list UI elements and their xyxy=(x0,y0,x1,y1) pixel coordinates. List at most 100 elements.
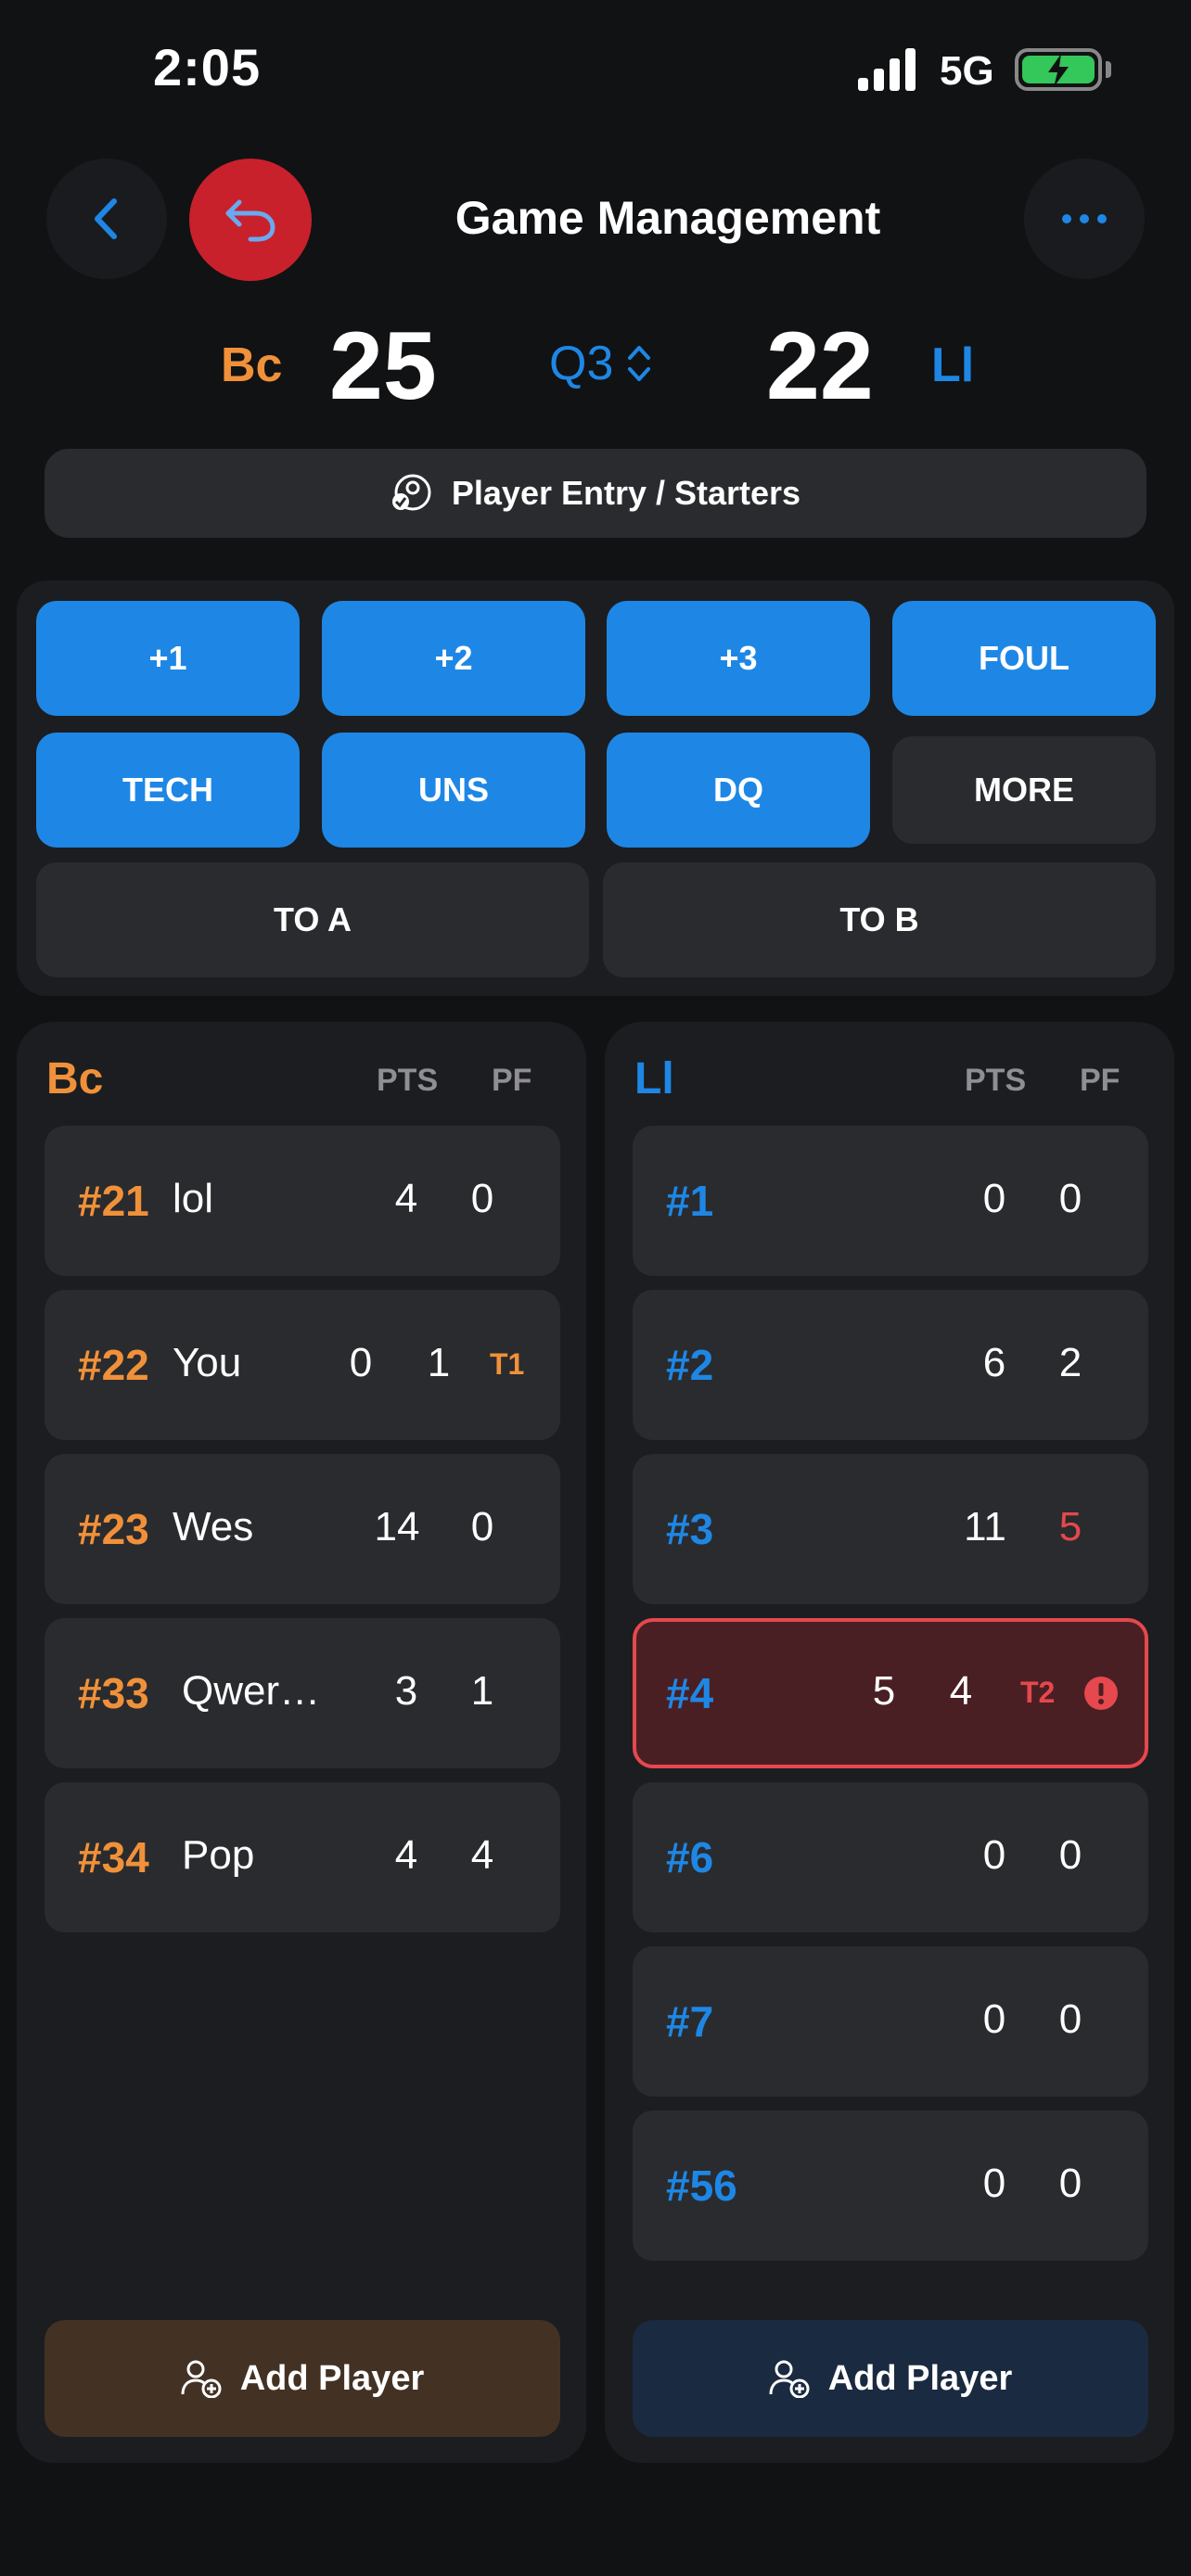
player-points: 11 xyxy=(964,1504,1006,1549)
dq-button[interactable]: DQ xyxy=(607,733,870,848)
team-a-name: Bc xyxy=(46,1054,104,1103)
undo-icon xyxy=(225,199,275,242)
add-player-button-team-a[interactable]: Add Player xyxy=(45,2320,560,2437)
player-number: #22 xyxy=(78,1341,149,1389)
team-b-abbrev: Ll xyxy=(931,338,975,392)
page-title: Game Management xyxy=(455,192,881,244)
player-name: Wes xyxy=(173,1504,254,1549)
player-fouls: 0 xyxy=(1058,1996,1082,2042)
battery-nub xyxy=(1106,61,1111,78)
player-number: #2 xyxy=(666,1341,714,1389)
pts-header: PTS xyxy=(377,1063,439,1098)
chevron-up-down-icon xyxy=(628,346,651,381)
tech-button[interactable]: TECH xyxy=(36,733,300,848)
add-person-icon xyxy=(181,2360,222,2398)
player-fouls: 0 xyxy=(1058,2161,1082,2206)
actions-panel: +1 +2 +3 FOUL TECH UNS DQ MORE TO A TO B xyxy=(17,580,1174,996)
player-fouls: 4 xyxy=(470,1832,494,1878)
timeout-b-button[interactable]: TO B xyxy=(603,862,1156,977)
team-b-roster: Ll PTS PF #1 0 0 #2 6 2 #3 11 5 #4 5 4 T… xyxy=(605,1022,1174,2463)
add-player-label: Add Player xyxy=(827,2358,1013,2398)
period-label: Q3 xyxy=(549,337,614,390)
pf-header: PF xyxy=(492,1063,532,1098)
player-fouls: 1 xyxy=(427,1340,451,1385)
team-b-name: Ll xyxy=(634,1054,674,1103)
player-fouls: 0 xyxy=(1058,1176,1082,1221)
player-number: #23 xyxy=(78,1505,149,1553)
player-points: 0 xyxy=(349,1340,373,1385)
player-number: #34 xyxy=(78,1833,149,1881)
player-name: Pop xyxy=(182,1832,255,1878)
player-number: #1 xyxy=(666,1177,714,1225)
player-name: lol xyxy=(173,1176,214,1221)
player-number: #3 xyxy=(666,1505,714,1553)
team-b-score: 22 xyxy=(766,312,874,420)
player-name: Qwer… xyxy=(182,1668,321,1714)
more-options-button[interactable] xyxy=(1024,159,1145,279)
player-entry-button[interactable]: Player Entry / Starters xyxy=(45,449,1146,538)
player-row[interactable]: #21 lol 4 0 xyxy=(45,1126,560,1276)
player-entry-label: Player Entry / Starters xyxy=(451,474,801,512)
plus-one-button[interactable]: +1 xyxy=(36,601,300,716)
player-row[interactable]: #3 11 5 xyxy=(633,1454,1148,1604)
signal-icon xyxy=(858,48,916,91)
foul-button[interactable]: FOUL xyxy=(892,601,1156,716)
add-person-icon xyxy=(769,2360,810,2398)
player-fouls: 1 xyxy=(470,1668,494,1714)
technical-badge: T2 xyxy=(1020,1676,1056,1709)
player-number: #6 xyxy=(666,1833,714,1881)
player-row-foul-warning[interactable]: #4 5 4 T2 xyxy=(633,1618,1148,1768)
back-button[interactable] xyxy=(46,159,167,279)
player-number: #21 xyxy=(78,1177,149,1225)
player-points: 4 xyxy=(394,1832,418,1878)
pf-header: PF xyxy=(1080,1063,1121,1098)
uns-button[interactable]: UNS xyxy=(322,733,585,848)
player-fouls: 4 xyxy=(949,1668,973,1714)
player-row[interactable]: #1 0 0 xyxy=(633,1126,1148,1276)
ellipsis-icon xyxy=(1062,214,1107,223)
status-time: 2:05 xyxy=(153,38,262,96)
plus-three-button[interactable]: +3 xyxy=(607,601,870,716)
player-row[interactable]: #7 0 0 xyxy=(633,1946,1148,2097)
period-selector[interactable]: Q3 xyxy=(549,336,652,391)
player-row[interactable]: #33 Qwer… 3 1 xyxy=(45,1618,560,1768)
network-label: 5G xyxy=(940,48,994,94)
technical-badge: T1 xyxy=(490,1347,525,1381)
more-actions-button[interactable]: MORE xyxy=(892,736,1156,844)
player-points: 6 xyxy=(982,1340,1006,1385)
player-points: 0 xyxy=(982,1832,1006,1878)
player-row[interactable]: #34 Pop 4 4 xyxy=(45,1782,560,1932)
player-row[interactable]: #56 0 0 xyxy=(633,2111,1148,2261)
warning-icon xyxy=(1084,1677,1118,1710)
player-number: #7 xyxy=(666,1997,714,2046)
add-player-label: Add Player xyxy=(239,2358,425,2398)
player-points: 0 xyxy=(982,1996,1006,2042)
player-number: #4 xyxy=(666,1669,714,1717)
player-number: #33 xyxy=(78,1669,149,1717)
battery-icon xyxy=(1015,48,1102,91)
timeout-a-button[interactable]: TO A xyxy=(36,862,589,977)
player-row[interactable]: #6 0 0 xyxy=(633,1782,1148,1932)
player-fouls: 0 xyxy=(470,1504,494,1549)
player-fouls: 5 xyxy=(1058,1504,1082,1549)
player-row[interactable]: #22 You 0 1 T1 xyxy=(45,1290,560,1440)
team-a-abbrev: Bc xyxy=(221,338,283,392)
player-points: 0 xyxy=(982,2161,1006,2206)
add-player-button-team-b[interactable]: Add Player xyxy=(633,2320,1148,2437)
team-a-roster: Bc PTS PF #21 lol 4 0 #22 You 0 1 T1 #23… xyxy=(17,1022,586,2463)
player-fouls: 0 xyxy=(470,1176,494,1221)
pts-header: PTS xyxy=(965,1063,1027,1098)
chevron-left-icon xyxy=(95,198,117,239)
undo-button[interactable] xyxy=(189,159,312,281)
player-points: 3 xyxy=(394,1668,418,1714)
team-a-score: 25 xyxy=(329,312,437,420)
plus-two-button[interactable]: +2 xyxy=(322,601,585,716)
player-points: 5 xyxy=(872,1668,896,1714)
player-points: 14 xyxy=(374,1504,420,1549)
player-row[interactable]: #23 Wes 14 0 xyxy=(45,1454,560,1604)
player-fouls: 0 xyxy=(1058,1832,1082,1878)
player-fouls: 2 xyxy=(1058,1340,1082,1385)
player-points: 4 xyxy=(394,1176,418,1221)
player-row[interactable]: #2 6 2 xyxy=(633,1290,1148,1440)
player-points: 0 xyxy=(982,1176,1006,1221)
